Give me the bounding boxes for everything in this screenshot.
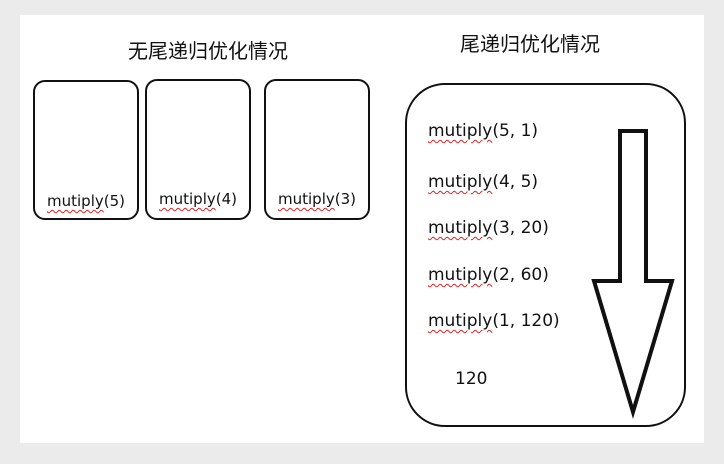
tail-call-step: mutiply(5, 1) — [428, 121, 538, 141]
tail-call-optimization-heading: 尾递归优化情况 — [460, 32, 600, 56]
stack-frame-call-label: mutiply(4) — [147, 190, 249, 208]
stack-frame: mutiply(5) — [33, 80, 139, 220]
function-args: (3, 20) — [492, 218, 549, 238]
function-args: (5, 1) — [492, 121, 539, 141]
stack-frame-call-label: mutiply(3) — [266, 190, 368, 208]
no-tail-call-optimization-heading: 无尾递归优化情况 — [128, 39, 288, 63]
function-name: mutiply — [159, 190, 216, 208]
result-value: 120 — [455, 369, 488, 389]
tail-call-step: mutiply(2, 60) — [428, 265, 549, 285]
function-name: mutiply — [428, 311, 493, 331]
stack-frame: mutiply(3) — [264, 79, 370, 220]
function-name: mutiply — [428, 121, 493, 141]
diagram-canvas: 无尾递归优化情况 尾递归优化情况 mutiply(5) mutiply(4) m… — [20, 15, 704, 443]
stack-frame: mutiply(4) — [145, 79, 251, 220]
function-name: mutiply — [428, 218, 493, 238]
function-args: (3) — [334, 190, 356, 208]
tail-call-step: mutiply(1, 120) — [428, 311, 560, 331]
function-args: (5) — [103, 192, 125, 210]
function-args: (4) — [215, 190, 237, 208]
tail-call-step: mutiply(3, 20) — [428, 218, 549, 238]
down-arrow-icon — [591, 129, 675, 420]
function-name: mutiply — [278, 190, 335, 208]
function-args: (1, 120) — [492, 311, 560, 331]
function-args: (4, 5) — [492, 172, 539, 192]
function-name: mutiply — [428, 172, 493, 192]
function-name: mutiply — [428, 265, 493, 285]
function-name: mutiply — [47, 192, 104, 210]
tail-call-step: mutiply(4, 5) — [428, 172, 538, 192]
stack-frame-call-label: mutiply(5) — [35, 192, 137, 210]
function-args: (2, 60) — [492, 265, 549, 285]
